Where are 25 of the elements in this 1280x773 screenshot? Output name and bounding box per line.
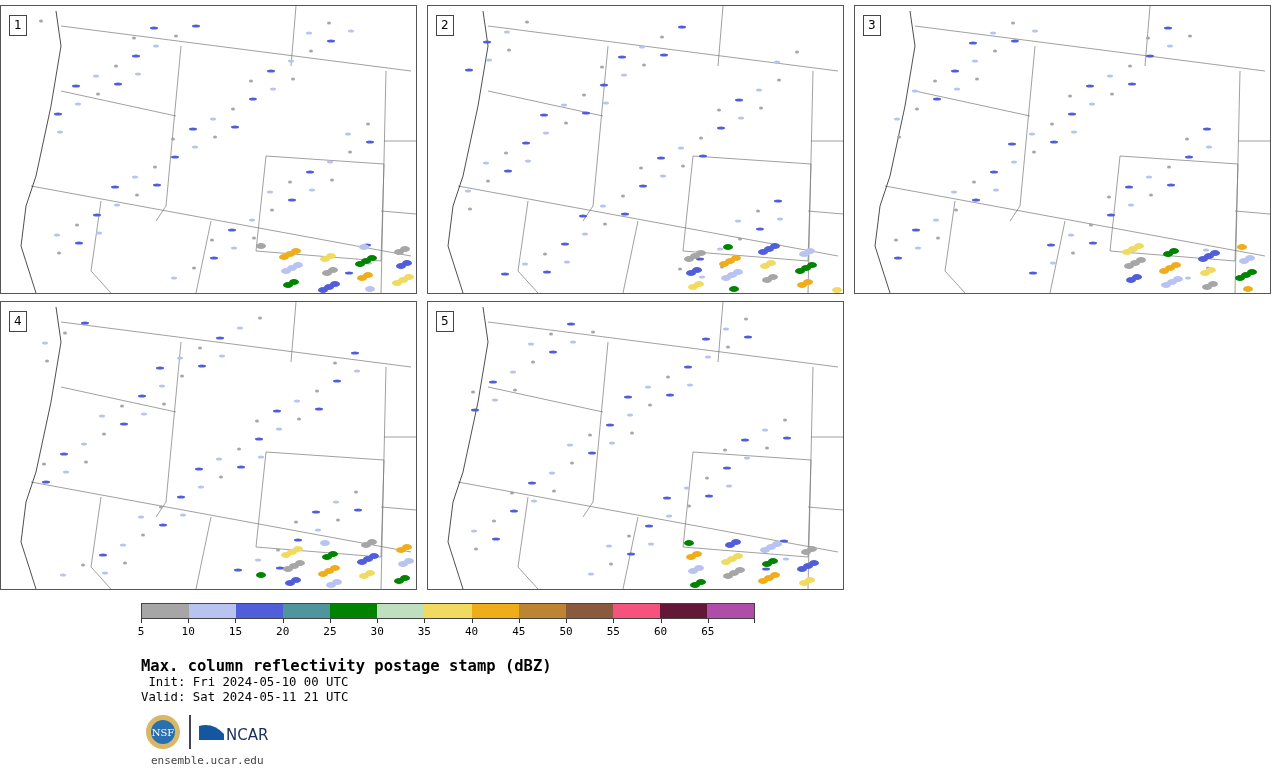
- tick-label: 45: [512, 625, 526, 638]
- init-time: Init: Fri 2024-05-10 00 UTC: [147, 675, 350, 690]
- tick-label: 10: [181, 625, 195, 638]
- seal-logo: NSF: [145, 714, 181, 750]
- panel-number: 1: [9, 15, 27, 36]
- tick-label: 20: [276, 625, 290, 638]
- chart-title: Max. column reflectivity postage stamp (dBZ): [141, 657, 553, 675]
- panel-number: 4: [9, 311, 27, 332]
- divider-line: [189, 715, 191, 749]
- panel-number: 5: [436, 311, 454, 332]
- tick-label: 50: [559, 625, 573, 638]
- tick-label: 15: [228, 625, 243, 638]
- tick-label: 5: [137, 625, 145, 638]
- tick-label: 60: [653, 625, 668, 638]
- panel-number: 2: [436, 15, 454, 36]
- panel-number: 3: [863, 15, 881, 36]
- tick-label: 30: [370, 625, 384, 638]
- tick-label: 35: [417, 625, 431, 638]
- tick-label: 40: [465, 625, 479, 638]
- tick-label: 65: [701, 625, 715, 638]
- ncar-logo: NCAR: [199, 720, 275, 744]
- valid-time: Valid: Sat 2024-05-11 21 UTC: [141, 690, 350, 705]
- tick-label: 25: [323, 625, 337, 638]
- tick-label: 55: [606, 625, 620, 638]
- website-url: ensemble.ucar.edu: [151, 754, 265, 767]
